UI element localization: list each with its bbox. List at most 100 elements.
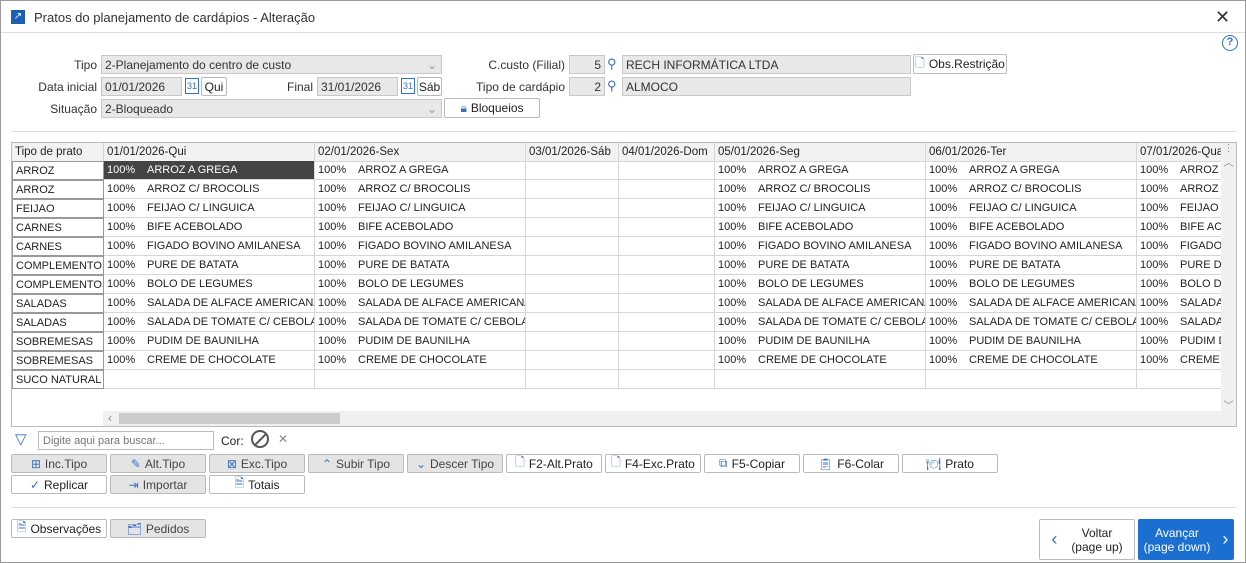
scroll-up-icon[interactable]: ︿ bbox=[1221, 154, 1236, 169]
clear-icon[interactable]: ✕ bbox=[278, 432, 288, 446]
grid-cell[interactable] bbox=[619, 218, 715, 237]
grid-cell[interactable]: 100% CREME DE CHOCOLATE bbox=[715, 351, 926, 370]
f2-alt-prato-button[interactable]: 🗋 F2-Alt.Prato bbox=[506, 454, 602, 473]
grid-cell[interactable]: 100% BIFE ACEBOLADO bbox=[1137, 218, 1222, 237]
descer-tipo-button[interactable]: ⌄ Descer Tipo bbox=[407, 454, 503, 473]
grid-cell[interactable]: 100% FEIJAO C/ LINGUICA bbox=[104, 199, 315, 218]
row-tipo[interactable]: COMPLEMENTOS bbox=[12, 275, 104, 294]
no-color-icon[interactable] bbox=[251, 430, 269, 448]
grid-cell[interactable] bbox=[526, 199, 619, 218]
grid-cell[interactable]: 100% SALADA DE ALFACE AMERICANA bbox=[926, 294, 1137, 313]
row-tipo[interactable]: FEIJAO bbox=[12, 199, 104, 218]
grid-cell[interactable] bbox=[619, 180, 715, 199]
grid-cell[interactable]: 100% SALADA DE TOMATE C/ CEBOLA bbox=[926, 313, 1137, 332]
column-header-date[interactable]: 03/01/2026-Sáb bbox=[526, 143, 619, 162]
bloqueios-button[interactable]: 🔒︎ Bloqueios bbox=[444, 98, 540, 118]
grid-cell[interactable]: 100% FEIJAO C/ LINGUICA bbox=[1137, 199, 1222, 218]
situacao-select[interactable]: 2-Bloqueado ⌄ bbox=[101, 99, 442, 118]
obs-restricao-button[interactable]: 🗋 Obs.Restrição bbox=[913, 54, 1007, 74]
grid-cell[interactable]: 100% ARROZ C/ BROCOLIS bbox=[1137, 180, 1222, 199]
grid-cell[interactable]: 100% ARROZ C/ BROCOLIS bbox=[926, 180, 1137, 199]
grid-cell[interactable] bbox=[526, 294, 619, 313]
grid-cell[interactable]: 100% BOLO DE LEGUMES bbox=[926, 275, 1137, 294]
grid-cell[interactable] bbox=[619, 351, 715, 370]
filter-icon[interactable]: ▽ bbox=[15, 430, 27, 448]
vertical-scrollbar[interactable]: ⋮ ︿ ﹀ bbox=[1221, 143, 1236, 426]
grid-cell[interactable]: 100% BIFE ACEBOLADO bbox=[715, 218, 926, 237]
final-input[interactable]: 31/01/2026 bbox=[317, 77, 398, 96]
column-header-date[interactable]: 01/01/2026-Qui bbox=[104, 143, 315, 162]
grid-cell[interactable] bbox=[715, 370, 926, 389]
grid-cell[interactable]: 100% PURE DE BATATA bbox=[1137, 256, 1222, 275]
grid-cell[interactable]: 100% PUDIM DE BAUNILHA bbox=[926, 332, 1137, 351]
grid-cell[interactable]: 100% FEIJAO C/ LINGUICA bbox=[926, 199, 1137, 218]
row-tipo[interactable]: CARNES bbox=[12, 218, 104, 237]
grid-cell[interactable] bbox=[1137, 370, 1222, 389]
grid-cell[interactable]: 100% PUDIM DE BAUNILHA bbox=[1137, 332, 1222, 351]
scroll-thumb[interactable] bbox=[119, 413, 340, 424]
grid-cell[interactable]: 100% BIFE ACEBOLADO bbox=[926, 218, 1137, 237]
grid-cell[interactable]: 100% FIGADO BOVINO AMILANESA bbox=[315, 237, 526, 256]
grid-cell[interactable]: 100% BOLO DE LEGUMES bbox=[104, 275, 315, 294]
grid-cell[interactable]: 100% FIGADO BOVINO AMILANESA bbox=[104, 237, 315, 256]
importar-button[interactable]: ⇥ Importar bbox=[110, 475, 206, 494]
voltar-button[interactable]: ‹ Voltar (page up) bbox=[1039, 519, 1135, 560]
grid-cell[interactable]: 100% BOLO DE LEGUMES bbox=[1137, 275, 1222, 294]
data-inicial-input[interactable]: 01/01/2026 bbox=[101, 77, 182, 96]
search-input[interactable] bbox=[38, 431, 214, 450]
grid-cell[interactable]: 100% ARROZ A GREGA bbox=[104, 161, 315, 180]
grid-cell[interactable] bbox=[315, 370, 526, 389]
grid-cell[interactable]: 100% BIFE ACEBOLADO bbox=[104, 218, 315, 237]
column-header-tipo[interactable]: Tipo de prato bbox=[12, 143, 104, 162]
grid-cell[interactable] bbox=[526, 180, 619, 199]
grid-cell[interactable] bbox=[619, 294, 715, 313]
grid-cell[interactable]: 100% PUDIM DE BAUNILHA bbox=[104, 332, 315, 351]
column-header-date[interactable]: 05/01/2026-Seg bbox=[715, 143, 926, 162]
row-tipo[interactable]: ARROZ bbox=[12, 161, 104, 180]
grid-cell[interactable] bbox=[926, 370, 1137, 389]
row-tipo[interactable]: COMPLEMENTOS bbox=[12, 256, 104, 275]
grid-cell[interactable]: 100% CREME DE CHOCOLATE bbox=[104, 351, 315, 370]
column-header-date[interactable]: 04/01/2026-Dom bbox=[619, 143, 715, 162]
observacoes-button[interactable]: 🗎 Observações bbox=[11, 519, 107, 538]
grid-cell[interactable] bbox=[526, 351, 619, 370]
grid-cell[interactable]: 100% ARROZ C/ BROCOLIS bbox=[315, 180, 526, 199]
grid-cell[interactable] bbox=[526, 275, 619, 294]
grid-cell[interactable] bbox=[526, 161, 619, 180]
ccusto-code[interactable]: 5 bbox=[569, 55, 605, 74]
grid-cell[interactable]: 100% PUDIM DE BAUNILHA bbox=[315, 332, 526, 351]
row-tipo[interactable]: ARROZ bbox=[12, 180, 104, 199]
row-tipo[interactable]: SALADAS bbox=[12, 294, 104, 313]
grid-cell[interactable] bbox=[619, 256, 715, 275]
grid-cell[interactable]: 100% PURE DE BATATA bbox=[715, 256, 926, 275]
grid-cell[interactable]: 100% CREME DE CHOCOLATE bbox=[315, 351, 526, 370]
grid-cell[interactable]: 100% CREME DE CHOCOLATE bbox=[1137, 351, 1222, 370]
grid-cell[interactable] bbox=[619, 332, 715, 351]
prato-button[interactable]: 🍽︎ Prato bbox=[902, 454, 998, 473]
grid-cell[interactable]: 100% ARROZ C/ BROCOLIS bbox=[104, 180, 315, 199]
grid-cell[interactable]: 100% FIGADO BOVINO AMILANESA bbox=[926, 237, 1137, 256]
grid-cell[interactable]: 100% BIFE ACEBOLADO bbox=[315, 218, 526, 237]
column-header-date[interactable]: 07/01/2026-Qua bbox=[1137, 143, 1222, 162]
grid-cell[interactable]: 100% FEIJAO C/ LINGUICA bbox=[715, 199, 926, 218]
replicar-button[interactable]: ✓ Replicar bbox=[11, 475, 107, 494]
grid-cell[interactable]: 100% ARROZ C/ BROCOLIS bbox=[715, 180, 926, 199]
grid-cell[interactable] bbox=[104, 370, 315, 389]
calendar-icon[interactable]: 31 bbox=[185, 78, 200, 94]
grid-cell[interactable]: 100% FEIJAO C/ LINGUICA bbox=[315, 199, 526, 218]
grid-cell[interactable] bbox=[526, 370, 619, 389]
grid-cell[interactable]: 100% ARROZ A GREGA bbox=[715, 161, 926, 180]
grid-cell[interactable]: 100% PURE DE BATATA bbox=[926, 256, 1137, 275]
grid-cell[interactable]: 100% SALADA DE TOMATE C/ CEBOLA bbox=[315, 313, 526, 332]
grid-cell[interactable]: 100% SALADA DE TOMATE C/ CEBOLA bbox=[715, 313, 926, 332]
grid-cell[interactable]: 100% SALADA DE ALFACE AMERICANA bbox=[1137, 294, 1222, 313]
row-tipo[interactable]: SOBREMESAS bbox=[12, 332, 104, 351]
grid-cell[interactable] bbox=[619, 313, 715, 332]
grid-cell[interactable] bbox=[619, 161, 715, 180]
horizontal-scrollbar[interactable]: ‹ bbox=[103, 411, 1221, 426]
totais-button[interactable]: 🗎 Totais bbox=[209, 475, 305, 494]
grid-cell[interactable]: 100% ARROZ A GREGA bbox=[315, 161, 526, 180]
grid-cell[interactable] bbox=[526, 218, 619, 237]
close-icon[interactable]: ✕ bbox=[1215, 7, 1230, 28]
grid-cell[interactable] bbox=[526, 332, 619, 351]
